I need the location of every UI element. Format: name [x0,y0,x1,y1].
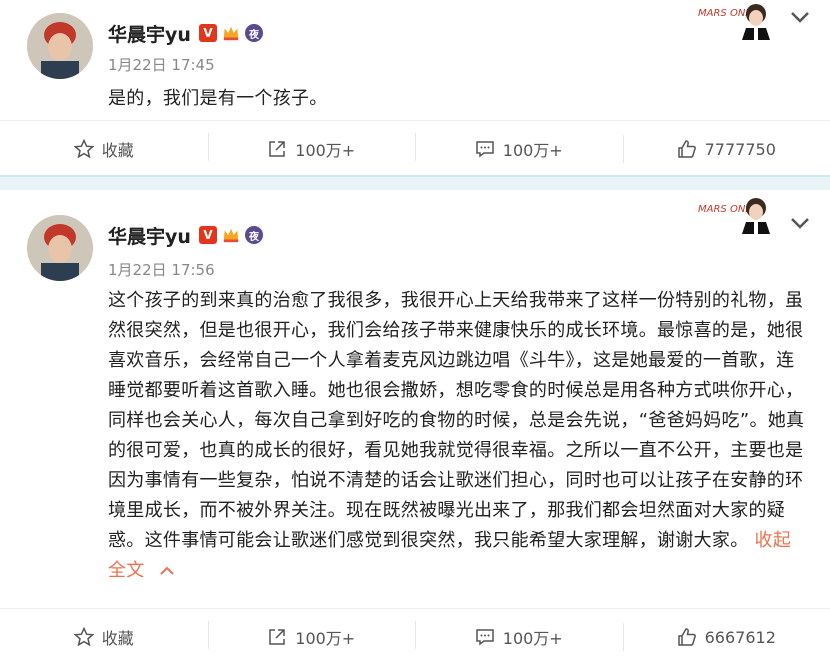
avatar[interactable] [27,215,93,281]
verified-v-icon[interactable]: V [199,226,217,244]
post-separator [0,175,830,190]
action-bar: 收藏 100万+ 100万+ 6667612 [0,608,830,665]
night-badge-icon[interactable]: 夜 [245,226,263,244]
avatar[interactable] [27,13,93,79]
post-content-text: 这个孩子的到来真的治愈了我很多，我很开心上天给我带来了这样一份特别的礼物，虽然很… [108,290,804,551]
night-badge-icon[interactable]: 夜 [245,24,263,42]
comment-icon [475,627,495,647]
user-name[interactable]: 华晨宇yu [108,222,191,249]
repost-button[interactable]: 100万+ [208,137,416,161]
user-badges: V 夜 [199,226,263,244]
verified-v-icon[interactable]: V [199,24,217,42]
thumbs-up-icon [677,627,697,647]
post-1: 华晨宇yu V 夜 1月22日 17:45 是的，我们是有一个孩子。 MARS … [0,0,830,175]
post-time[interactable]: 1月22日 17:45 [108,54,215,75]
mars-sticker-icon: MARS ONES [698,194,778,234]
collect-label: 收藏 [102,625,134,649]
repost-count: 100万+ [295,137,355,161]
like-button[interactable]: 6667612 [623,627,830,647]
comment-count: 100万+ [503,625,563,649]
mars-sticker-icon: MARS ONES [698,0,778,40]
like-button[interactable]: 7777750 [623,139,830,159]
post-time[interactable]: 1月22日 17:56 [108,259,215,280]
collect-label: 收藏 [102,137,134,161]
action-bar: 收藏 100万+ 100万+ 7777750 [0,120,830,177]
post-2: 华晨宇yu V 夜 1月22日 17:56 这个孩子的到来真的治愈了我很多，我很… [0,190,830,664]
post-content: 是的，我们是有一个孩子。 [108,84,808,114]
user-name[interactable]: 华晨宇yu [108,20,191,47]
comment-icon [475,139,495,159]
like-count: 7777750 [705,140,776,159]
crown-icon[interactable] [222,24,240,42]
user-badges: V 夜 [199,24,263,42]
repost-icon [267,139,287,159]
like-count: 6667612 [705,628,776,647]
star-icon [74,627,94,647]
repost-button[interactable]: 100万+ [208,625,416,649]
post-content: 这个孩子的到来真的治愈了我很多，我很开心上天给我带来了这样一份特别的礼物，虽然很… [108,286,808,586]
chevron-down-icon[interactable] [790,8,810,29]
chevron-down-icon[interactable] [790,214,810,235]
crown-icon[interactable] [222,226,240,244]
star-icon [74,139,94,159]
collect-button[interactable]: 收藏 [0,625,208,649]
chevron-up-icon [159,565,175,577]
comment-count: 100万+ [503,137,563,161]
comment-button[interactable]: 100万+ [415,137,623,161]
comment-button[interactable]: 100万+ [415,625,623,649]
repost-count: 100万+ [295,625,355,649]
collect-button[interactable]: 收藏 [0,137,208,161]
repost-icon [267,627,287,647]
thumbs-up-icon [677,139,697,159]
